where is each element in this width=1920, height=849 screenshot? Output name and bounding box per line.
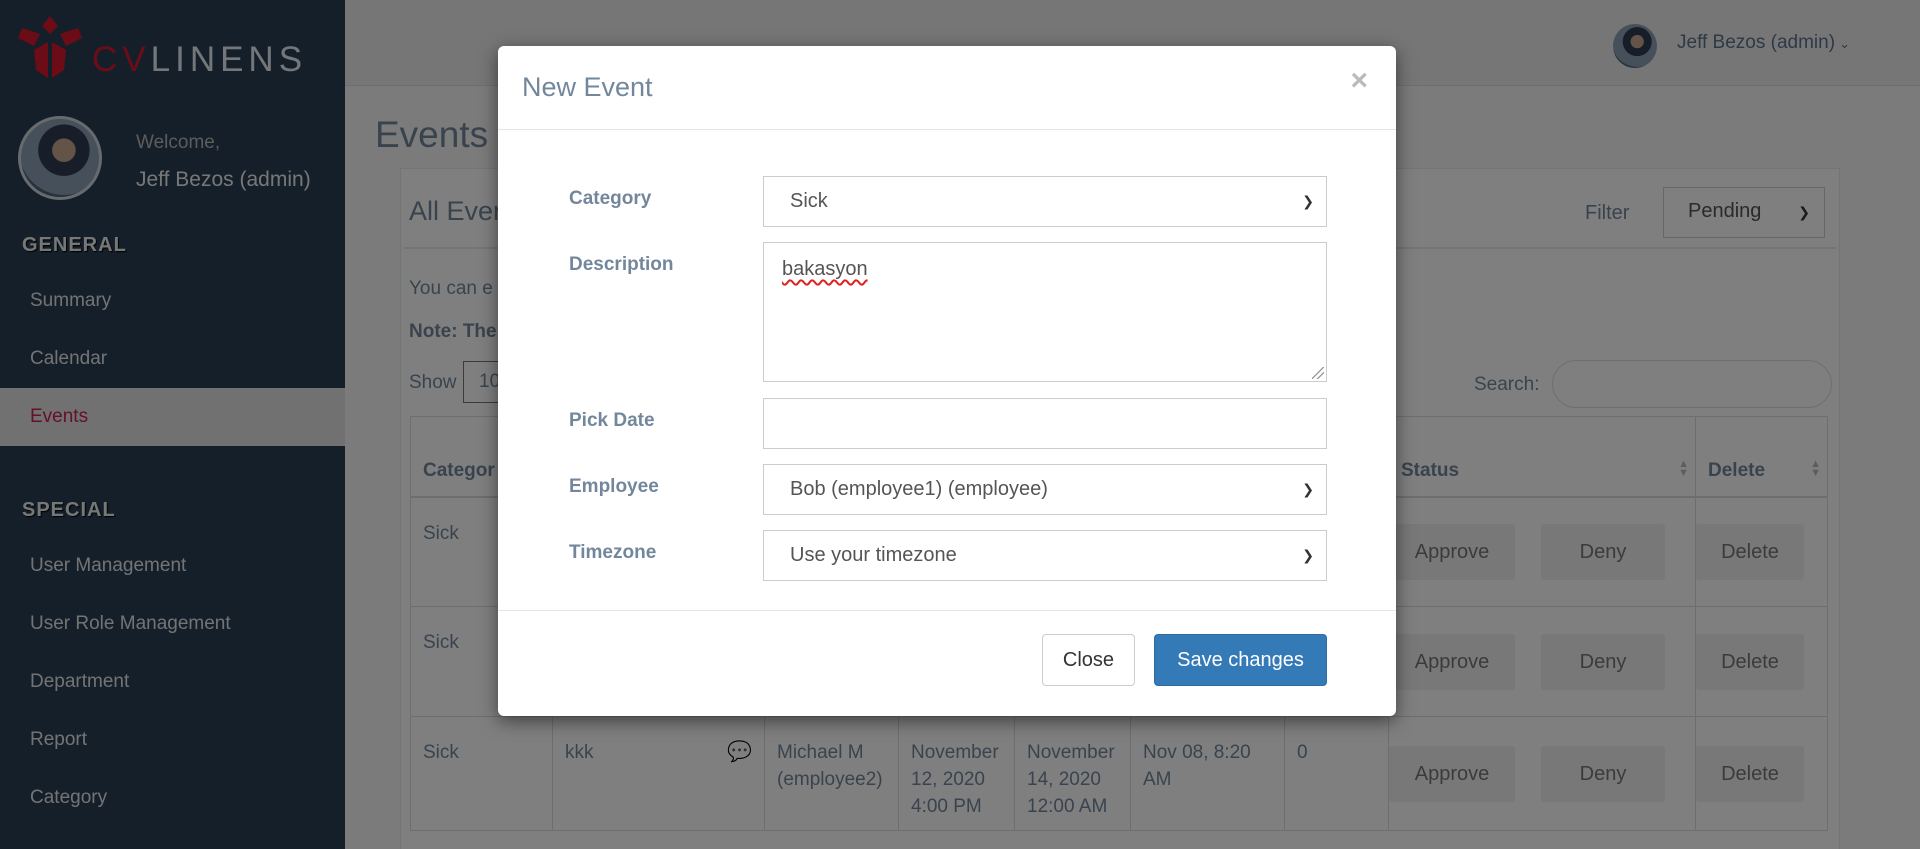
close-icon[interactable]: × — [1350, 64, 1368, 98]
pick-date-label: Pick Date — [569, 410, 655, 431]
chevron-down-icon: ❯ — [1302, 547, 1314, 563]
employee-label: Employee — [569, 476, 659, 497]
modal-footer: Close Save changes — [498, 610, 1396, 716]
pick-date-input[interactable] — [763, 398, 1327, 449]
save-changes-button[interactable]: Save changes — [1154, 634, 1327, 686]
description-textarea[interactable]: bakasyon — [763, 242, 1327, 382]
timezone-select-value: Use your timezone — [790, 544, 957, 566]
chevron-down-icon: ❯ — [1302, 481, 1314, 497]
category-label: Category — [569, 188, 652, 209]
employee-select-value: Bob (employee1) (employee) — [790, 478, 1048, 500]
description-label: Description — [569, 254, 674, 275]
timezone-label: Timezone — [569, 542, 657, 563]
resize-handle-icon[interactable] — [1312, 367, 1324, 379]
description-text: bakasyon — [782, 258, 868, 280]
timezone-select[interactable]: Use your timezone ❯ — [763, 530, 1327, 581]
employee-select[interactable]: Bob (employee1) (employee) ❯ — [763, 464, 1327, 515]
close-button[interactable]: Close — [1042, 634, 1135, 686]
modal-header: New Event × — [498, 46, 1396, 130]
chevron-down-icon: ❯ — [1302, 193, 1314, 209]
category-select-value: Sick — [790, 190, 828, 212]
new-event-modal: New Event × Category Sick ❯ Description … — [498, 46, 1396, 716]
modal-title: New Event — [522, 72, 653, 102]
category-select[interactable]: Sick ❯ — [763, 176, 1327, 227]
